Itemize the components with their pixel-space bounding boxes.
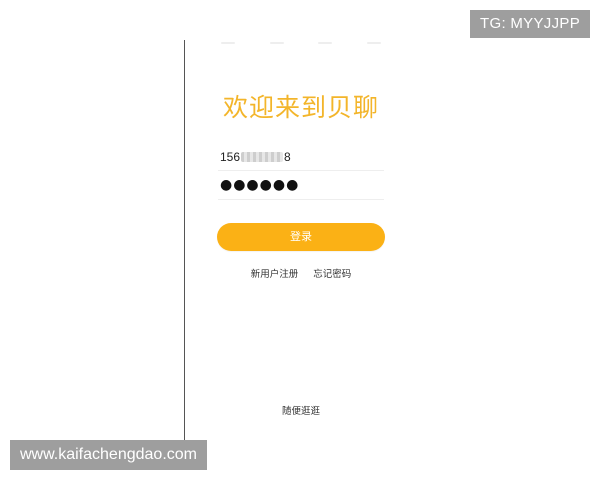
- status-bar: [221, 42, 381, 45]
- status-mark: [221, 42, 235, 44]
- status-mark: [366, 42, 381, 44]
- forgot-password-link[interactable]: 忘记密码: [313, 269, 351, 280]
- status-mark: [318, 42, 333, 44]
- site-watermark: www.kaifachengdao.com: [10, 440, 207, 470]
- browse-link[interactable]: 随便逛逛: [186, 403, 416, 417]
- phone-blur-mask: [241, 152, 284, 162]
- phone-value: 156 8: [220, 150, 291, 164]
- auth-links: 新用户注册 忘记密码: [186, 266, 416, 280]
- login-button[interactable]: 登录: [217, 223, 385, 251]
- welcome-title: 欢迎来到贝聊: [222, 93, 379, 122]
- phone-suffix: 8: [284, 150, 291, 164]
- phone-prefix: 156: [220, 150, 241, 164]
- screenshot-page: TG: MYYJJPP 欢迎来到贝聊 156 8 ●●●●●● 登录 新用户注册 …: [0, 0, 600, 480]
- status-mark: [269, 42, 284, 44]
- register-link[interactable]: 新用户注册: [251, 269, 299, 280]
- left-divider-line: [184, 40, 185, 440]
- tg-watermark: TG: MYYJJPP: [470, 10, 590, 38]
- password-mask: ●●●●●●: [220, 177, 300, 193]
- login-screen: 欢迎来到贝聊 156 8 ●●●●●● 登录 新用户注册 忘记密码 随便逛逛: [186, 40, 416, 440]
- phone-input[interactable]: 156 8: [218, 146, 384, 171]
- password-input[interactable]: ●●●●●●: [218, 175, 384, 200]
